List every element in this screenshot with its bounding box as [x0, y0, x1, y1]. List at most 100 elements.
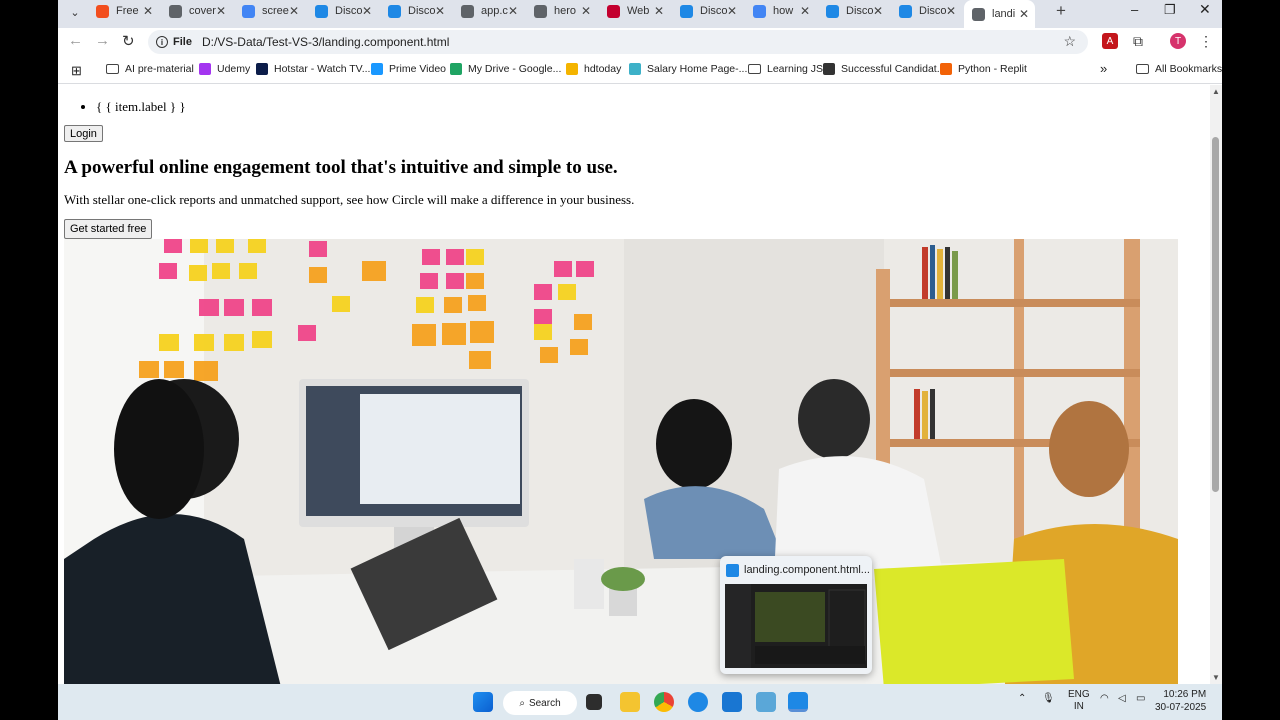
tab-close-icon[interactable]: ✕	[946, 4, 956, 18]
profile-avatar[interactable]: T	[1170, 33, 1186, 49]
bookmark-label: Salary Home Page-...	[647, 63, 748, 75]
address-bar[interactable]: i File D:/VS-Data/Test-VS-3/landing.comp…	[148, 30, 1088, 54]
vscode-taskbar-icon[interactable]	[788, 692, 808, 712]
browser-tab[interactable]: cover ✕	[161, 0, 232, 22]
hero-image	[64, 239, 1178, 684]
more-bookmarks-chevron-icon[interactable]: »	[1100, 61, 1107, 76]
back-button[interactable]: ←	[68, 32, 83, 49]
tab-close-icon[interactable]: ✕	[143, 4, 153, 18]
battery-icon[interactable]: ▭	[1136, 693, 1145, 704]
chevron-down-icon: ⌄	[70, 6, 80, 19]
taskbar-window-preview[interactable]: landing.component.html...	[720, 556, 872, 674]
bookmark-item[interactable]: Salary Home Page-...	[629, 63, 747, 75]
extensions-puzzle-icon[interactable]: ⧉	[1130, 33, 1146, 49]
bookmark-star-icon[interactable]: ☆	[1063, 33, 1076, 50]
apps-grid-icon[interactable]: ⊞	[71, 63, 82, 79]
nav-list-item: { { item.label } }	[96, 99, 186, 115]
globe-icon	[972, 7, 985, 21]
browser-tab[interactable]: Web ✕	[599, 0, 670, 22]
bookmark-item[interactable]: hdtoday	[566, 63, 621, 75]
tab-search-button[interactable]: ⌄	[64, 2, 86, 22]
url-text[interactable]: D:/VS-Data/Test-VS-3/landing.component.h…	[202, 35, 449, 49]
snipping-tool-icon[interactable]	[756, 692, 776, 712]
browser-tab[interactable]: Disco ✕	[307, 0, 378, 22]
tab-title: Disco	[335, 5, 362, 17]
close-window-button[interactable]: ✕	[1199, 1, 1211, 18]
minimize-button[interactable]: –	[1131, 2, 1138, 17]
bookmark-item[interactable]: Udemy	[199, 63, 250, 75]
tab-title: scree	[262, 5, 289, 17]
hero-title: A powerful online engagement tool that's…	[64, 157, 618, 178]
browser-tab[interactable]: Disco ✕	[380, 0, 451, 22]
lang-bottom: IN	[1073, 701, 1084, 712]
bookmark-item[interactable]: Learning JS	[748, 63, 823, 75]
scroll-thumb[interactable]	[1212, 137, 1219, 492]
bookmark-item[interactable]: Python - Replit	[940, 63, 1027, 75]
page-scrollbar[interactable]: ▲ ▼	[1210, 85, 1222, 684]
browser-tab[interactable]: how ✕	[745, 0, 816, 22]
scroll-up-arrow-icon[interactable]: ▲	[1212, 87, 1220, 96]
edge-app-icon[interactable]	[688, 692, 708, 712]
tab-close-icon[interactable]: ✕	[654, 4, 664, 18]
bookmark-label: AI pre-material	[125, 63, 194, 75]
new-tab-button[interactable]: +	[1056, 1, 1066, 21]
prime-video-icon	[371, 63, 383, 75]
clock-time: 10:26 PM	[1163, 689, 1207, 700]
tab-title: app.c	[481, 5, 508, 17]
browser-tab[interactable]: app.c ✕	[453, 0, 524, 22]
task-view-icon[interactable]	[586, 694, 602, 710]
preview-thumbnail	[725, 584, 867, 668]
reload-button[interactable]: ↻	[122, 32, 135, 50]
tab-close-icon[interactable]: ✕	[508, 4, 518, 18]
tab-close-icon[interactable]: ✕	[727, 4, 737, 18]
taskbar-search-box[interactable]: ⌕ Search	[503, 691, 577, 715]
tab-close-icon[interactable]: ✕	[435, 4, 445, 18]
figma-icon	[96, 4, 109, 18]
bookmark-item[interactable]: Hotstar - Watch TV...	[256, 63, 370, 75]
tab-close-icon[interactable]: ✕	[581, 4, 591, 18]
lang-top: ENG	[1068, 689, 1090, 700]
wifi-icon[interactable]: ◠	[1100, 693, 1109, 704]
google-icon	[753, 4, 766, 18]
browser-tab[interactable]: Free ✕	[88, 0, 159, 22]
tray-chevron-up-icon[interactable]: ⌃	[1018, 693, 1026, 704]
all-bookmarks-folder[interactable]: All Bookmarks	[1136, 63, 1222, 75]
forward-button[interactable]: →	[95, 32, 110, 49]
browser-tab[interactable]: Disco ✕	[818, 0, 889, 22]
menu-kebab-icon[interactable]: ⋮	[1198, 33, 1214, 49]
bookmark-item[interactable]: Prime Video	[371, 63, 446, 75]
tab-close-icon[interactable]: ✕	[216, 4, 226, 18]
taskbar-clock[interactable]: 10:26 PM 30-07-2025	[1155, 688, 1206, 714]
scroll-down-arrow-icon[interactable]: ▼	[1212, 673, 1220, 682]
browser-tab[interactable]: hero ✕	[526, 0, 597, 22]
login-button[interactable]: Login	[64, 125, 103, 142]
browser-window: ⌄ Free ✕ cover ✕ scree ✕ Disco ✕ Disco ✕ app.c ✕ her…	[58, 0, 1222, 720]
file-explorer-icon[interactable]	[620, 692, 640, 712]
tab-close-icon[interactable]: ✕	[873, 4, 883, 18]
all-bookmarks-label: All Bookmarks	[1155, 63, 1222, 75]
browser-tab[interactable]: landi ✕	[964, 0, 1035, 28]
bookmark-item[interactable]: AI pre-material	[106, 63, 194, 75]
tab-title: Disco	[846, 5, 873, 17]
bookmark-item[interactable]: Successful Candidat...	[823, 63, 945, 75]
chrome-icon[interactable]	[654, 692, 674, 712]
language-indicator[interactable]: ENG IN	[1068, 689, 1090, 713]
tab-close-icon[interactable]: ✕	[800, 4, 810, 18]
tab-close-icon[interactable]: ✕	[362, 4, 372, 18]
windows-start-icon[interactable]	[473, 692, 493, 712]
tab-close-icon[interactable]: ✕	[1019, 7, 1029, 21]
maximize-button[interactable]: ❐	[1164, 2, 1176, 18]
clock-date: 30-07-2025	[1155, 702, 1207, 713]
tab-title: Free	[116, 5, 139, 17]
bookmark-item[interactable]: My Drive - Google...	[450, 63, 561, 75]
notepad-icon[interactable]	[722, 692, 742, 712]
microphone-icon[interactable]: 🎙	[1042, 693, 1055, 704]
browser-tab[interactable]: Disco ✕	[891, 0, 962, 22]
volume-icon[interactable]: ◁	[1118, 693, 1126, 704]
tab-close-icon[interactable]: ✕	[289, 4, 299, 18]
pdf-extension-icon[interactable]: A	[1102, 33, 1118, 49]
get-started-button[interactable]: Get started free	[64, 219, 153, 239]
site-info-chip[interactable]: i File	[156, 36, 192, 48]
browser-tab[interactable]: Disco ✕	[672, 0, 743, 22]
browser-tab[interactable]: scree ✕	[234, 0, 305, 22]
